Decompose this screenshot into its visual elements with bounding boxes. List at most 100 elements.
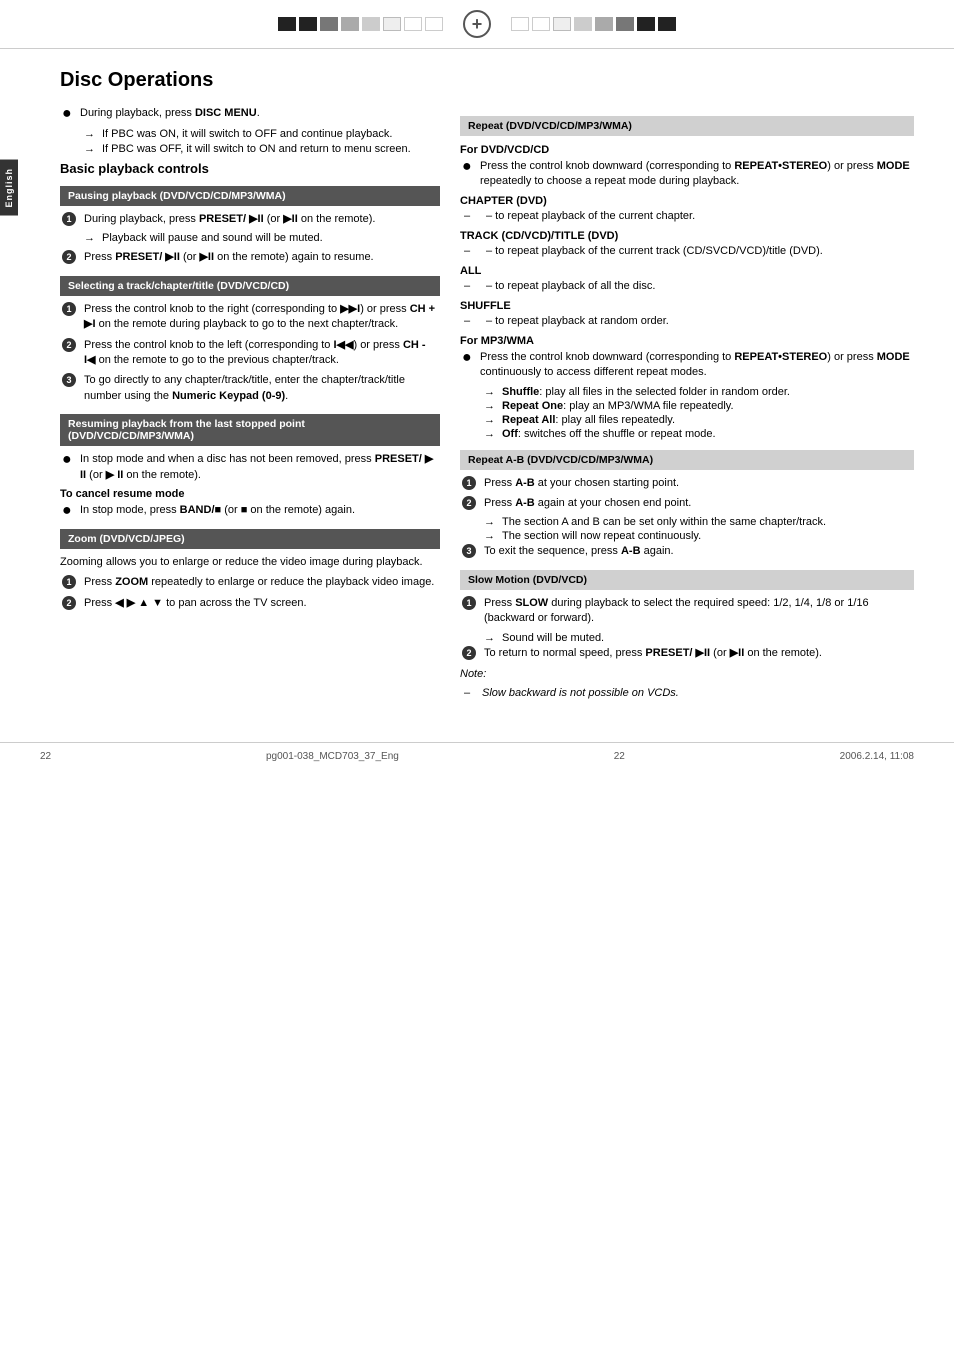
selecting-item-1: 1 Press the control knob to the right (c… [60, 302, 440, 333]
bullet-circle-mp3: ● [462, 350, 474, 381]
for-dvd-item: ● Press the control knob downward (corre… [460, 159, 914, 190]
arrow-icon-1: → [84, 128, 98, 140]
dash-sym-chapter: – [464, 210, 476, 222]
top-bar-right-pattern [511, 17, 676, 31]
right-column: Repeat (DVD/VCD/CD/MP3/WMA) For DVD/VCD/… [460, 106, 914, 702]
arrow-icon-mp3-4: → [484, 428, 498, 440]
footer-page: 22 [614, 751, 625, 762]
intro-arrow-2: → If PBC was OFF, it will switch to ON a… [80, 143, 440, 155]
selecting-text-2: Press the control knob to the left (corr… [84, 338, 440, 369]
top-decorative-bar [0, 0, 954, 49]
selecting-text-1: Press the control knob to the right (cor… [84, 302, 440, 333]
mp3-arrow-repeat-one: → Repeat One: play an MP3/WMA file repea… [480, 400, 914, 412]
cancel-text: In stop mode, press BAND/■ (or ■ on the … [80, 503, 440, 519]
mp3-arrows: → Shuffle: play all files in the selecte… [460, 386, 914, 440]
dash-sym-note: – [464, 687, 476, 699]
repeat-ab-arrow-1: → The section A and B can be set only wi… [480, 516, 914, 528]
all-header: ALL [460, 265, 914, 277]
slow-motion-header: Slow Motion (DVD/VCD) [460, 570, 914, 590]
mp3-arrow-repeat-all: → Repeat All: play all files repeatedly. [480, 414, 914, 426]
note-text: Slow backward is not possible on VCDs. [482, 687, 679, 699]
left-column: ● During playback, press DISC MENU. → If… [60, 106, 440, 702]
circle-num-sm1: 1 [462, 596, 476, 610]
chapter-header: CHAPTER (DVD) [460, 195, 914, 207]
repeat-ab-arrows: → The section A and B can be set only wi… [460, 516, 914, 542]
arrow-icon-ab2: → [484, 530, 498, 542]
circle-num-z1: 1 [62, 575, 76, 589]
arrow-icon-mp3-3: → [484, 414, 498, 426]
pausing-arrow-item-1: → Playback will pause and sound will be … [80, 232, 440, 244]
zoom-intro-text: Zooming allows you to enlarge or reduce … [60, 555, 440, 570]
arrow-icon-mp3-1: → [484, 386, 498, 398]
repeat-ab-item-2: 2 Press A-B again at your chosen end poi… [460, 496, 914, 511]
zoom-text-1: Press ZOOM repeatedly to enlarge or redu… [84, 575, 440, 590]
slow-motion-item-1: 1 Press SLOW during playback to select t… [460, 596, 914, 627]
arrow-icon-sm1: → [484, 632, 498, 644]
repeat-ab-arrow-2-text: The section will now repeat continuously… [502, 530, 701, 542]
circle-num-ab1: 1 [462, 476, 476, 490]
pausing-text-2: Press PRESET/ ▶II (or ▶II on the remote)… [84, 250, 440, 265]
pausing-item-1: 1 During playback, press PRESET/ ▶II (or… [60, 212, 440, 227]
for-dvd-header: For DVD/VCD/CD [460, 144, 914, 156]
basic-playback-header: Basic playback controls [60, 161, 440, 176]
cancel-item: ● In stop mode, press BAND/■ (or ■ on th… [60, 503, 440, 519]
bullet-circle-cancel: ● [62, 503, 74, 519]
circle-num-ab2: 2 [462, 496, 476, 510]
page-content: Disc Operations ● During playback, press… [0, 49, 954, 722]
for-dvd-text: Press the control knob downward (corresp… [480, 159, 914, 190]
slow-motion-arrow-1: → Sound will be muted. [460, 632, 914, 644]
mp3-arrow-shuffle-text: Shuffle: play all files in the selected … [502, 386, 790, 398]
bullet-circle-resuming: ● [62, 452, 74, 483]
repeat-ab-arrow-2: → The section will now repeat continuous… [480, 530, 914, 542]
circle-num-sm2: 2 [462, 646, 476, 660]
pausing-item-2: 2 Press PRESET/ ▶II (or ▶II on the remot… [60, 250, 440, 265]
mp3-arrow-repeat-all-text: Repeat All: play all files repeatedly. [502, 414, 675, 426]
all-text: – to repeat playback of all the disc. [486, 280, 655, 292]
track-text: – to repeat playback of the current trac… [486, 245, 823, 257]
pausing-arrow-text-1: Playback will pause and sound will be mu… [102, 232, 323, 244]
for-mp3-header: For MP3/WMA [460, 335, 914, 347]
circle-num-s1: 1 [62, 302, 76, 316]
intro-text: During playback, press DISC MENU. [80, 106, 440, 122]
resuming-text: In stop mode and when a disc has not bee… [80, 452, 440, 483]
repeat-ab-text-3: To exit the sequence, press A-B again. [484, 544, 914, 559]
circle-num-1: 1 [62, 212, 76, 226]
track-text-item: – – to repeat playback of the current tr… [460, 245, 914, 257]
all-text-item: – – to repeat playback of all the disc. [460, 280, 914, 292]
mp3-arrow-shuffle: → Shuffle: play all files in the selecte… [480, 386, 914, 398]
repeat-ab-text-1: Press A-B at your chosen starting point. [484, 476, 914, 491]
repeat-ab-arrow-1-text: The section A and B can be set only with… [502, 516, 826, 528]
footer-file: pg001-038_MCD703_37_Eng [266, 751, 399, 762]
arrow-icon-ab1: → [484, 516, 498, 528]
repeat-ab-item-1: 1 Press A-B at your chosen starting poin… [460, 476, 914, 491]
circle-num-ab3: 3 [462, 544, 476, 558]
repeat-ab-text-2: Press A-B again at your chosen end point… [484, 496, 914, 511]
repeat-ab-item-3: 3 To exit the sequence, press A-B again. [460, 544, 914, 559]
intro-arrows: → If PBC was ON, it will switch to OFF a… [60, 128, 440, 155]
circle-num-2: 2 [62, 250, 76, 264]
arrow-icon-mp3-2: → [484, 400, 498, 412]
selecting-text-3: To go directly to any chapter/track/titl… [84, 373, 440, 404]
track-header: TRACK (CD/VCD)/TITLE (DVD) [460, 230, 914, 242]
slow-motion-arrow-item-1: → Sound will be muted. [480, 632, 914, 644]
dash-sym-track: – [464, 245, 476, 257]
for-mp3-item: ● Press the control knob downward (corre… [460, 350, 914, 381]
two-column-layout: ● During playback, press DISC MENU. → If… [60, 106, 914, 702]
dash-sym-all: – [464, 280, 476, 292]
pausing-arrow-1: → Playback will pause and sound will be … [60, 232, 440, 244]
selecting-item-2: 2 Press the control knob to the left (co… [60, 338, 440, 369]
page-number: 22 [40, 751, 51, 762]
intro-arrow-1: → If PBC was ON, it will switch to OFF a… [80, 128, 440, 140]
repeat-ab-header: Repeat A-B (DVD/VCD/CD/MP3/WMA) [460, 450, 914, 470]
pausing-text-1: During playback, press PRESET/ ▶II (or ▶… [84, 212, 440, 227]
intro-arrow-1-text: If PBC was ON, it will switch to OFF and… [102, 128, 392, 140]
mp3-arrow-off: → Off: switches off the shuffle or repea… [480, 428, 914, 440]
intro-arrow-2-text: If PBC was OFF, it will switch to ON and… [102, 143, 411, 155]
zoom-header: Zoom (DVD/VCD/JPEG) [60, 529, 440, 549]
top-bar-left-pattern [278, 17, 443, 31]
slow-motion-text-2: To return to normal speed, press PRESET/… [484, 646, 914, 661]
circle-num-s2: 2 [62, 338, 76, 352]
dash-sym-shuffle: – [464, 315, 476, 327]
page-title: Disc Operations [60, 69, 914, 92]
shuffle-header: SHUFFLE [460, 300, 914, 312]
